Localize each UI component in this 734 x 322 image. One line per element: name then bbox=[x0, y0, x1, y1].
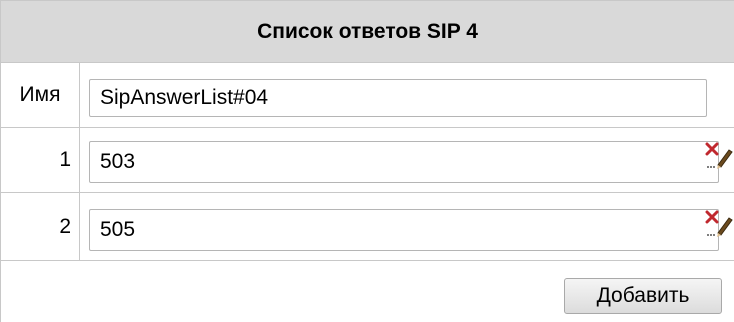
delete-edit-icon[interactable] bbox=[705, 141, 733, 171]
delete-edit-icon[interactable] bbox=[705, 209, 733, 239]
panel-title: Список ответов SIP 4 bbox=[1, 1, 734, 63]
name-field[interactable] bbox=[89, 79, 707, 117]
answer-index: 2 bbox=[1, 193, 80, 260]
add-button[interactable]: Добавить bbox=[564, 278, 722, 314]
name-label: Имя bbox=[1, 63, 80, 127]
answer-index: 1 bbox=[1, 128, 80, 192]
sip-answer-list-panel: Список ответов SIP 4 Имя 1 2 Добавить bbox=[0, 0, 734, 322]
answer-field[interactable] bbox=[89, 209, 719, 251]
answer-field[interactable] bbox=[89, 141, 719, 183]
